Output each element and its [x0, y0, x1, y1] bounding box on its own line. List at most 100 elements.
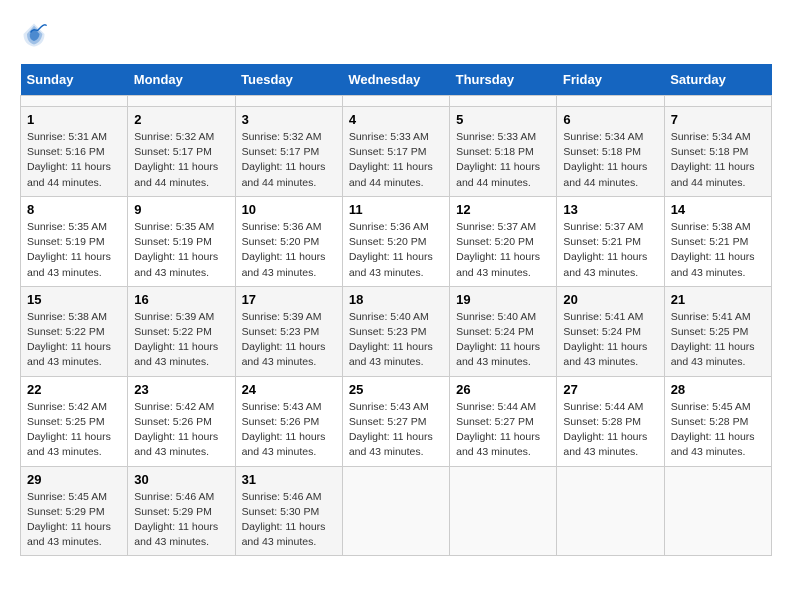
calendar-cell: 11 Sunrise: 5:36 AMSunset: 5:20 PMDayligh… [342, 196, 449, 286]
calendar-cell [342, 466, 449, 556]
day-number: 14 [671, 202, 765, 217]
column-header-wednesday: Wednesday [342, 64, 449, 96]
day-info: Sunrise: 5:42 AMSunset: 5:25 PMDaylight:… [27, 400, 121, 461]
calendar-cell: 27Sunrise: 5:44 AMSunset: 5:28 PMDayligh… [557, 376, 664, 466]
day-info: Sunrise: 5:41 AMSunset: 5:24 PMDaylight:… [563, 310, 657, 371]
day-info: Sunrise: 5:43 AMSunset: 5:27 PMDaylight:… [349, 400, 443, 461]
day-number: 3 [242, 112, 336, 127]
day-info: Sunrise: 5:33 AMSunset: 5:17 PMDaylight:… [349, 130, 443, 191]
calendar-week-row: 29 Sunrise: 5:45 AMSunset: 5:29 PMDayligh… [21, 466, 772, 556]
day-number: 1 [27, 112, 121, 127]
calendar-week-row: 1 Sunrise: 5:31 AMSunset: 5:16 PMDaylight… [21, 107, 772, 197]
calendar-cell [450, 96, 557, 107]
calendar-cell: 15 Sunrise: 5:38 AMSunset: 5:22 PMDayligh… [21, 286, 128, 376]
calendar-cell: 2Sunrise: 5:32 AMSunset: 5:17 PMDaylight… [128, 107, 235, 197]
day-info: Sunrise: 5:32 AMSunset: 5:17 PMDaylight:… [134, 130, 228, 191]
day-info: Sunrise: 5:34 AMSunset: 5:18 PMDaylight:… [671, 130, 765, 191]
day-number: 30 [134, 472, 228, 487]
calendar-cell: 14Sunrise: 5:38 AMSunset: 5:21 PMDayligh… [664, 196, 771, 286]
calendar-cell [342, 96, 449, 107]
day-number: 5 [456, 112, 550, 127]
day-number: 7 [671, 112, 765, 127]
day-info: Sunrise: 5:32 AMSunset: 5:17 PMDaylight:… [242, 130, 336, 191]
day-info: Sunrise: 5:33 AMSunset: 5:18 PMDaylight:… [456, 130, 550, 191]
day-number: 22 [27, 382, 121, 397]
calendar-week-row [21, 96, 772, 107]
day-info: Sunrise: 5:36 AMSunset: 5:20 PMDaylight:… [242, 220, 336, 281]
day-info: Sunrise: 5:43 AMSunset: 5:26 PMDaylight:… [242, 400, 336, 461]
day-number: 25 [349, 382, 443, 397]
calendar-cell: 13Sunrise: 5:37 AMSunset: 5:21 PMDayligh… [557, 196, 664, 286]
calendar-cell: 29 Sunrise: 5:45 AMSunset: 5:29 PMDayligh… [21, 466, 128, 556]
calendar-cell: 24 Sunrise: 5:43 AMSunset: 5:26 PMDayligh… [235, 376, 342, 466]
column-header-friday: Friday [557, 64, 664, 96]
calendar-week-row: 15 Sunrise: 5:38 AMSunset: 5:22 PMDayligh… [21, 286, 772, 376]
calendar-cell: 28Sunrise: 5:45 AMSunset: 5:28 PMDayligh… [664, 376, 771, 466]
calendar-cell: 31 Sunrise: 5:46 AMSunset: 5:30 PMDayligh… [235, 466, 342, 556]
day-number: 31 [242, 472, 336, 487]
column-header-saturday: Saturday [664, 64, 771, 96]
calendar-cell: 18Sunrise: 5:40 AMSunset: 5:23 PMDayligh… [342, 286, 449, 376]
day-info: Sunrise: 5:46 AMSunset: 5:30 PMDaylight:… [242, 490, 336, 551]
day-number: 12 [456, 202, 550, 217]
calendar-cell: 19 Sunrise: 5:40 AMSunset: 5:24 PMDayligh… [450, 286, 557, 376]
calendar-cell: 8 Sunrise: 5:35 AMSunset: 5:19 PMDaylight… [21, 196, 128, 286]
calendar-cell: 22 Sunrise: 5:42 AMSunset: 5:25 PMDayligh… [21, 376, 128, 466]
day-number: 11 [349, 202, 443, 217]
calendar-cell: 26Sunrise: 5:44 AMSunset: 5:27 PMDayligh… [450, 376, 557, 466]
calendar-cell: 25 Sunrise: 5:43 AMSunset: 5:27 PMDayligh… [342, 376, 449, 466]
day-info: Sunrise: 5:39 AMSunset: 5:23 PMDaylight:… [242, 310, 336, 371]
calendar-cell: 17Sunrise: 5:39 AMSunset: 5:23 PMDayligh… [235, 286, 342, 376]
day-info: Sunrise: 5:44 AMSunset: 5:27 PMDaylight:… [456, 400, 550, 461]
column-header-sunday: Sunday [21, 64, 128, 96]
day-info: Sunrise: 5:39 AMSunset: 5:22 PMDaylight:… [134, 310, 228, 371]
day-info: Sunrise: 5:40 AMSunset: 5:24 PMDaylight:… [456, 310, 550, 371]
calendar-cell: 7 Sunrise: 5:34 AMSunset: 5:18 PMDaylight… [664, 107, 771, 197]
day-number: 20 [563, 292, 657, 307]
day-info: Sunrise: 5:35 AMSunset: 5:19 PMDaylight:… [27, 220, 121, 281]
calendar-cell [557, 96, 664, 107]
calendar-cell: 12 Sunrise: 5:37 AMSunset: 5:20 PMDayligh… [450, 196, 557, 286]
day-info: Sunrise: 5:37 AMSunset: 5:21 PMDaylight:… [563, 220, 657, 281]
calendar-cell: 4 Sunrise: 5:33 AMSunset: 5:17 PMDaylight… [342, 107, 449, 197]
day-number: 23 [134, 382, 228, 397]
day-number: 10 [242, 202, 336, 217]
calendar-cell: 20 Sunrise: 5:41 AMSunset: 5:24 PMDayligh… [557, 286, 664, 376]
day-number: 6 [563, 112, 657, 127]
day-number: 29 [27, 472, 121, 487]
calendar-cell: 3 Sunrise: 5:32 AMSunset: 5:17 PMDaylight… [235, 107, 342, 197]
day-info: Sunrise: 5:41 AMSunset: 5:25 PMDaylight:… [671, 310, 765, 371]
day-number: 15 [27, 292, 121, 307]
column-header-thursday: Thursday [450, 64, 557, 96]
day-info: Sunrise: 5:46 AMSunset: 5:29 PMDaylight:… [134, 490, 228, 551]
calendar-week-row: 22 Sunrise: 5:42 AMSunset: 5:25 PMDayligh… [21, 376, 772, 466]
day-number: 24 [242, 382, 336, 397]
day-number: 21 [671, 292, 765, 307]
day-number: 19 [456, 292, 550, 307]
day-info: Sunrise: 5:40 AMSunset: 5:23 PMDaylight:… [349, 310, 443, 371]
calendar-cell: 1 Sunrise: 5:31 AMSunset: 5:16 PMDaylight… [21, 107, 128, 197]
day-info: Sunrise: 5:44 AMSunset: 5:28 PMDaylight:… [563, 400, 657, 461]
calendar-cell: 5 Sunrise: 5:33 AMSunset: 5:18 PMDaylight… [450, 107, 557, 197]
day-info: Sunrise: 5:35 AMSunset: 5:19 PMDaylight:… [134, 220, 228, 281]
day-info: Sunrise: 5:45 AMSunset: 5:29 PMDaylight:… [27, 490, 121, 551]
calendar-cell: 10 Sunrise: 5:36 AMSunset: 5:20 PMDayligh… [235, 196, 342, 286]
calendar-cell [664, 96, 771, 107]
day-number: 16 [134, 292, 228, 307]
day-number: 4 [349, 112, 443, 127]
day-info: Sunrise: 5:34 AMSunset: 5:18 PMDaylight:… [563, 130, 657, 191]
day-info: Sunrise: 5:31 AMSunset: 5:16 PMDaylight:… [27, 130, 121, 191]
day-info: Sunrise: 5:37 AMSunset: 5:20 PMDaylight:… [456, 220, 550, 281]
logo [20, 20, 52, 48]
day-number: 9 [134, 202, 228, 217]
calendar-cell [21, 96, 128, 107]
calendar-week-row: 8 Sunrise: 5:35 AMSunset: 5:19 PMDaylight… [21, 196, 772, 286]
calendar-cell [664, 466, 771, 556]
day-number: 8 [27, 202, 121, 217]
column-header-monday: Monday [128, 64, 235, 96]
day-info: Sunrise: 5:45 AMSunset: 5:28 PMDaylight:… [671, 400, 765, 461]
calendar-cell: 30 Sunrise: 5:46 AMSunset: 5:29 PMDayligh… [128, 466, 235, 556]
day-info: Sunrise: 5:36 AMSunset: 5:20 PMDaylight:… [349, 220, 443, 281]
day-info: Sunrise: 5:38 AMSunset: 5:22 PMDaylight:… [27, 310, 121, 371]
calendar-cell: 9 Sunrise: 5:35 AMSunset: 5:19 PMDaylight… [128, 196, 235, 286]
